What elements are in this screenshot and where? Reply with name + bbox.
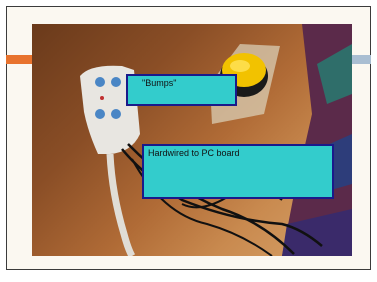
controller-button-icon — [111, 77, 121, 87]
hardwired-annotation: Hardwired to PC board — [142, 144, 334, 199]
controller-button-icon — [95, 109, 105, 119]
controller-cord — [106, 153, 136, 256]
bumps-annotation: "Bumps" — [126, 74, 237, 106]
hardwired-annotation-text: Hardwired to PC board — [148, 148, 240, 158]
photo-illustration — [80, 24, 352, 256]
switch-highlight — [230, 60, 250, 72]
controller-dot-icon — [100, 96, 104, 100]
accent-bar-left — [6, 55, 34, 64]
controller-button-icon — [111, 109, 121, 119]
accent-bar-right — [352, 55, 371, 64]
controller-button-icon — [95, 77, 105, 87]
bumps-annotation-text: "Bumps" — [142, 78, 177, 88]
photo — [32, 24, 352, 256]
